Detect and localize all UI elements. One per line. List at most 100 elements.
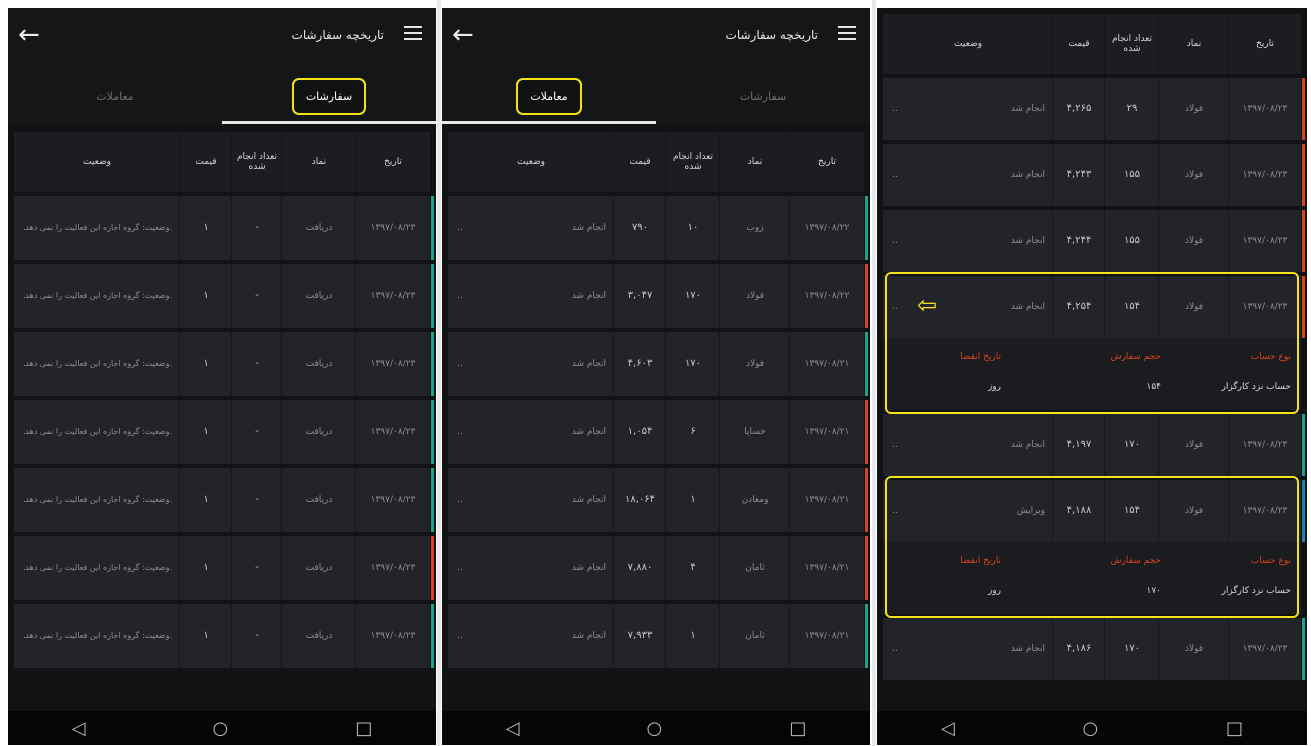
column-header[interactable]: قیمت — [1053, 14, 1105, 74]
row-more-icon[interactable]: .. — [20, 400, 32, 464]
row-more-icon[interactable]: .. — [454, 536, 466, 600]
table-row[interactable]: ۱۳۹۷/۰۸/۲۳ دریافت - ۱ وضعیت: گروه اجازه این … — [14, 536, 434, 600]
tab-trades[interactable]: معاملات — [8, 68, 222, 124]
cell-date: ۱۳۹۷/۰۸/۲۳ — [370, 291, 416, 301]
column-header[interactable]: تاریخ — [1229, 14, 1301, 74]
row-more-icon[interactable]: .. — [454, 196, 466, 260]
cell-price: ۴,۱۸۶ — [1066, 643, 1092, 654]
divider — [872, 0, 876, 746]
table-row[interactable]: ۱۳۹۷/۰۸/۲۱ ومعادن ۱ ۱۸,۰۶۴ انجام شد.. — [448, 468, 868, 532]
row-more-icon[interactable]: .. — [454, 332, 466, 396]
column-header[interactable]: وضعیت — [448, 132, 614, 192]
column-header[interactable]: نماد — [720, 132, 790, 192]
table-row[interactable]: ۱۳۹۷/۰۸/۲۳ فولاد ۲۹ ۴,۲۶۵ انجام شد.. — [883, 78, 1305, 140]
column-separator — [719, 132, 720, 192]
row-more-icon[interactable]: .. — [454, 400, 466, 464]
cell-done: - — [255, 562, 259, 573]
row-more-icon[interactable]: .. — [454, 264, 466, 328]
nav-home-icon[interactable]: ○ — [1083, 718, 1099, 739]
tab-orders[interactable]: سفارشات — [222, 68, 436, 124]
table-row[interactable]: ۱۳۹۷/۰۸/۲۳ فولاد ۱۷۰ ۴,۱۸۶ انجام شد.. — [883, 618, 1305, 680]
column-separator — [1052, 14, 1053, 74]
orders-screen-right: وضعیت قیمت تعداد انجام شده نماد تاریخ ۱۳۹۷/۰۸… — [877, 8, 1307, 745]
column-header[interactable]: تاریخ — [790, 132, 864, 192]
row-more-icon[interactable]: .. — [889, 78, 901, 140]
table-row[interactable]: ۱۳۹۷/۰۸/۲۱ ثامان ۱ ۷,۹۳۳ انجام شد.. — [448, 604, 868, 668]
table-row[interactable]: ۱۳۹۷/۰۸/۲۱ ثامان ۴ ۷,۸۸۰ انجام شد.. — [448, 536, 868, 600]
row-more-icon[interactable]: .. — [20, 604, 32, 668]
table-row[interactable]: ۱۳۹۷/۰۸/۲۲ زوب ۱۰ ۷۹۰ انجام شد.. — [448, 196, 868, 260]
status-indicator — [431, 536, 434, 600]
column-header[interactable]: نماد — [282, 132, 356, 192]
nav-back-icon[interactable]: ◁ — [941, 718, 955, 739]
tab-orders[interactable]: سفارشات — [656, 68, 870, 124]
nav-recents-icon[interactable]: □ — [1226, 718, 1243, 739]
table-row[interactable]: ۱۳۹۷/۰۸/۲۳ دریافت - ۱ وضعیت: گروه اجازه این … — [14, 604, 434, 668]
table-row[interactable]: ۱۳۹۷/۰۸/۲۳ فولاد ۱۵۵ ۴,۲۴۴ انجام شد.. — [883, 210, 1305, 272]
row-more-icon[interactable]: .. — [454, 604, 466, 668]
nav-recents-icon[interactable]: □ — [789, 718, 806, 739]
cell-done: ۱۷۰ — [1123, 643, 1141, 654]
table-row[interactable]: ۱۳۹۷/۰۸/۲۳ دریافت - ۱ وضعیت: گروه اجازه این … — [14, 196, 434, 260]
table-row[interactable]: ۱۳۹۷/۰۸/۲۳ دریافت - ۱ وضعیت: گروه اجازه این … — [14, 264, 434, 328]
status-indicator — [431, 264, 434, 328]
menu-icon[interactable] — [838, 26, 856, 40]
status-indicator — [865, 400, 868, 464]
cell-status: وضعیت: گروه اجازه این فعالیت را نمی دهد. — [25, 427, 172, 436]
table-row[interactable]: ۱۳۹۷/۰۸/۲۱ فولاد ۱۷۰ ۴,۶۰۳ انجام شد.. — [448, 332, 868, 396]
status-indicator — [865, 332, 868, 396]
row-more-icon[interactable]: .. — [889, 618, 901, 680]
cell-status: انجام شد — [571, 563, 606, 573]
nav-recents-icon[interactable]: □ — [355, 718, 372, 739]
column-header[interactable]: وضعیت — [883, 14, 1053, 74]
arrow-left-icon: ⇦ — [917, 291, 938, 319]
row-more-icon[interactable]: .. — [454, 468, 466, 532]
column-header[interactable]: تعداد انجام شده — [1105, 14, 1159, 74]
table-row[interactable]: ۱۳۹۷/۰۸/۲۳ فولاد ۱۵۵ ۴,۲۴۳ انجام شد.. — [883, 144, 1305, 206]
status-indicator — [1302, 414, 1305, 476]
cell-date: ۱۳۹۷/۰۸/۲۳ — [370, 223, 416, 233]
table-row[interactable]: ۱۳۹۷/۰۸/۲۳ دریافت - ۱ وضعیت: گروه اجازه این … — [14, 400, 434, 464]
row-more-icon[interactable]: .. — [889, 210, 901, 272]
cell-price: ۳,۰۴۷ — [627, 290, 653, 301]
back-arrow-icon[interactable]: ← — [452, 20, 474, 50]
table-row[interactable]: ۱۳۹۷/۰۸/۲۲ فولاد ۱۷۰ ۳,۰۴۷ انجام شد.. — [448, 264, 868, 328]
column-header[interactable]: وضعیت — [14, 132, 180, 192]
row-more-icon[interactable]: .. — [20, 196, 32, 260]
table-row[interactable]: ۱۳۹۷/۰۸/۲۱ خساپا ۶ ۱,۰۵۴ انجام شد.. — [448, 400, 868, 464]
cell-status: وضعیت: گروه اجازه این فعالیت را نمی دهد. — [25, 359, 172, 368]
row-more-icon[interactable]: .. — [20, 468, 32, 532]
row-more-icon[interactable]: .. — [20, 264, 32, 328]
column-header[interactable]: قیمت — [180, 132, 232, 192]
cell-date: ۱۳۹۷/۰۸/۲۳ — [1242, 644, 1288, 654]
column-header[interactable]: نماد — [1159, 14, 1229, 74]
status-indicator — [431, 604, 434, 668]
row-more-icon[interactable]: .. — [20, 332, 32, 396]
table-row[interactable]: ۱۳۹۷/۰۸/۲۳ دریافت - ۱ وضعیت: گروه اجازه این … — [14, 468, 434, 532]
column-header[interactable]: تاریخ — [356, 132, 430, 192]
cell-symbol: فولاد — [1184, 170, 1204, 180]
cell-done: - — [255, 222, 259, 233]
nav-home-icon[interactable]: ○ — [647, 718, 663, 739]
nav-home-icon[interactable]: ○ — [213, 718, 229, 739]
table-row[interactable]: ۱۳۹۷/۰۸/۲۳ فولاد ۱۷۰ ۴,۱۹۷ انجام شد.. — [883, 414, 1305, 476]
back-arrow-icon[interactable]: ← — [18, 20, 40, 50]
cell-symbol: ومعادن — [741, 495, 769, 505]
column-header[interactable]: تعداد انجام شده — [232, 132, 282, 192]
table-row[interactable]: ۱۳۹۷/۰۸/۲۳ دریافت - ۱ وضعیت: گروه اجازه این … — [14, 332, 434, 396]
cell-symbol: فولاد — [1184, 644, 1204, 654]
cell-status: وضعیت: گروه اجازه این فعالیت را نمی دهد. — [25, 495, 172, 504]
row-more-icon[interactable]: .. — [20, 536, 32, 600]
column-separator — [1104, 14, 1105, 74]
cell-status: انجام شد — [571, 223, 606, 233]
row-more-icon[interactable]: .. — [889, 414, 901, 476]
menu-icon[interactable] — [404, 26, 422, 40]
nav-back-icon[interactable]: ◁ — [506, 718, 520, 739]
tab-trades[interactable]: معاملات — [442, 68, 656, 124]
column-header[interactable]: تعداد انجام شده — [666, 132, 720, 192]
cell-price: ۱ — [203, 222, 209, 233]
status-indicator — [431, 332, 434, 396]
column-header[interactable]: قیمت — [614, 132, 666, 192]
row-more-icon[interactable]: .. — [889, 144, 901, 206]
nav-back-icon[interactable]: ◁ — [72, 718, 86, 739]
